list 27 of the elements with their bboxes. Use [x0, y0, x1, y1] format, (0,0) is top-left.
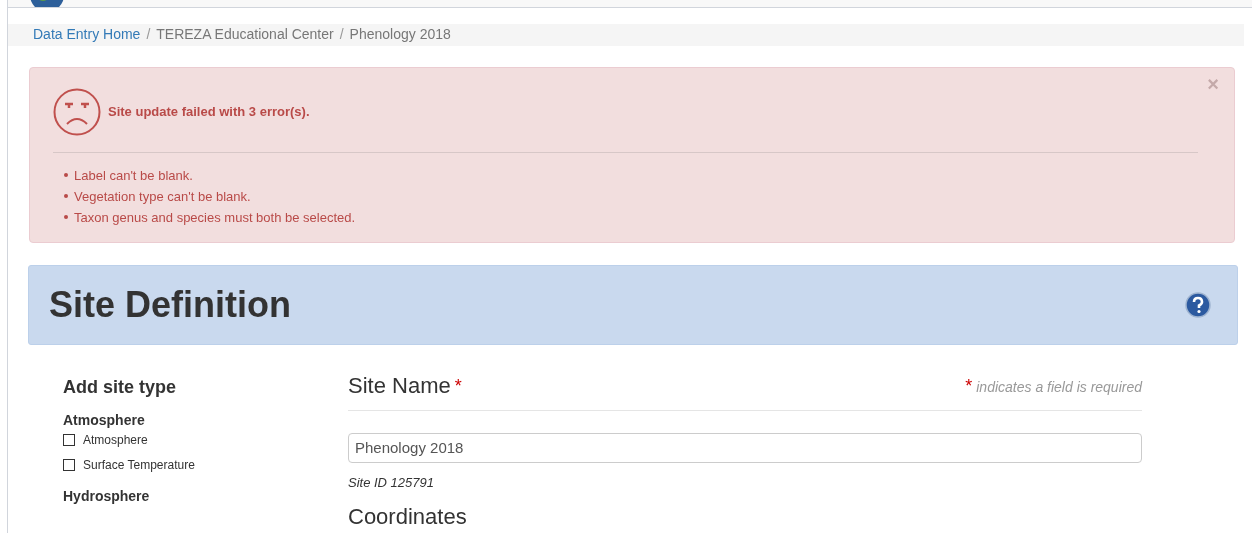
error-message: Taxon genus and species must both be selected. [74, 208, 356, 227]
help-icon[interactable] [1185, 291, 1211, 318]
breadcrumb-item: TEREZA Educational Center [156, 25, 334, 44]
bullet-icon [64, 194, 68, 198]
group-heading: Atmosphere [63, 411, 146, 428]
bullet-icon [64, 173, 68, 177]
group-heading: Hydrosphere [63, 487, 151, 504]
checkbox[interactable] [63, 459, 75, 471]
required-note: * indicates a field is required [965, 374, 1142, 398]
checkbox-label: Atmosphere [83, 432, 148, 449]
coordinates-heading: Coordinates [348, 503, 468, 531]
section-title: Site Definition [49, 282, 291, 327]
breadcrumb-item: Phenology 2018 [349, 25, 451, 44]
sidebar-heading: Add site type [63, 375, 178, 399]
sad-face-icon [53, 87, 101, 136]
bullet-icon [64, 215, 68, 219]
breadcrumb-separator: / [145, 25, 152, 44]
error-message: Label can't be blank. [74, 166, 193, 185]
site-id-text: Site ID 125791 [348, 473, 435, 492]
breadcrumb-separator: / [338, 25, 345, 44]
error-message: Vegetation type can't be blank. [74, 187, 251, 206]
checkbox-label: Surface Temperature [83, 457, 195, 474]
checkbox[interactable] [63, 434, 75, 446]
field-label: Site Name * [348, 371, 462, 400]
alert-title: Site update failed with 3 error(s). [108, 102, 310, 121]
site-name-field[interactable]: Phenology 2018 [348, 432, 1142, 463]
breadcrumb-link[interactable]: Data Entry Home [33, 24, 141, 45]
